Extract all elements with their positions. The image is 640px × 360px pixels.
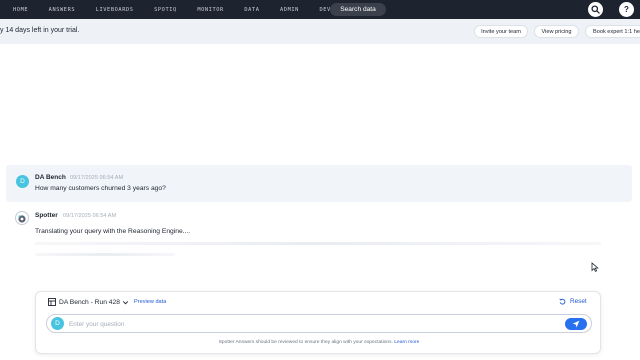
question-input-box: D bbox=[46, 314, 592, 333]
nav-item-data[interactable]: DATA bbox=[244, 7, 259, 13]
view-pricing-button[interactable]: View pricing bbox=[534, 25, 579, 38]
invite-team-button[interactable]: Invite your team bbox=[474, 25, 528, 38]
composer-user-avatar: D bbox=[51, 317, 64, 330]
nav-item-monitor[interactable]: MONITOR bbox=[197, 7, 224, 13]
spotter-status-text: Translating your query with the Reasonin… bbox=[35, 228, 191, 235]
nav-item-spotiq[interactable]: SPOTIQ bbox=[154, 7, 177, 13]
nav-item-liveboards[interactable]: LIVEBOARDS bbox=[96, 7, 134, 13]
send-button[interactable] bbox=[565, 318, 587, 330]
nav-menu: HOME ANSWERS LIVEBOARDS SPOTIQ MONITOR D… bbox=[13, 0, 366, 19]
search-data-button[interactable]: Search data bbox=[330, 3, 386, 16]
table-icon bbox=[48, 298, 56, 306]
disclaimer-text: Spotter Answers should be reviewed to en… bbox=[218, 340, 393, 345]
spotter-icon bbox=[18, 215, 26, 223]
reset-icon bbox=[559, 298, 566, 305]
preview-data-link[interactable]: Preview data bbox=[134, 299, 166, 305]
book-expert-button[interactable]: Book expert 1:1 help bbox=[585, 25, 640, 38]
review-disclaimer: Spotter Answers should be reviewed to en… bbox=[36, 340, 602, 345]
spotter-name: Spotter bbox=[35, 212, 58, 219]
global-search-button[interactable] bbox=[588, 2, 603, 17]
user-message: D DA Bench 09/17/2025 06:54 AM How many … bbox=[6, 165, 632, 202]
learn-more-link[interactable]: Learn more bbox=[394, 340, 419, 345]
nav-item-answers[interactable]: ANSWERS bbox=[49, 7, 76, 13]
search-icon bbox=[591, 5, 600, 14]
loading-placeholder-line bbox=[35, 253, 175, 256]
user-message-time: 09/17/2025 06:54 AM bbox=[70, 175, 124, 181]
trial-banner: y 14 days left in your trial. Invite you… bbox=[0, 19, 640, 44]
user-avatar: D bbox=[16, 175, 29, 188]
help-button[interactable]: ? bbox=[619, 2, 634, 17]
send-icon bbox=[572, 320, 580, 328]
nav-item-admin[interactable]: ADMIN bbox=[280, 7, 299, 13]
trial-days-text: y 14 days left in your trial. bbox=[0, 27, 80, 34]
reset-label: Reset bbox=[570, 298, 587, 305]
chevron-down-icon[interactable] bbox=[122, 299, 129, 306]
loading-placeholder-line bbox=[35, 242, 601, 245]
reset-button[interactable]: Reset bbox=[559, 298, 587, 305]
question-input[interactable] bbox=[69, 318, 549, 330]
dataset-selector[interactable]: DA Bench - Run 428 bbox=[59, 299, 120, 306]
top-nav: HOME ANSWERS LIVEBOARDS SPOTIQ MONITOR D… bbox=[0, 0, 640, 19]
nav-item-home[interactable]: HOME bbox=[13, 7, 28, 13]
spotter-avatar bbox=[15, 211, 29, 225]
user-name: DA Bench bbox=[35, 174, 66, 181]
user-question-text: How many customers churned 3 years ago? bbox=[35, 185, 166, 192]
question-composer: DA Bench - Run 428 Preview data Reset D … bbox=[35, 291, 601, 354]
mouse-cursor-icon bbox=[591, 262, 599, 272]
spotter-message-time: 09/17/2025 06:54 AM bbox=[63, 213, 117, 219]
